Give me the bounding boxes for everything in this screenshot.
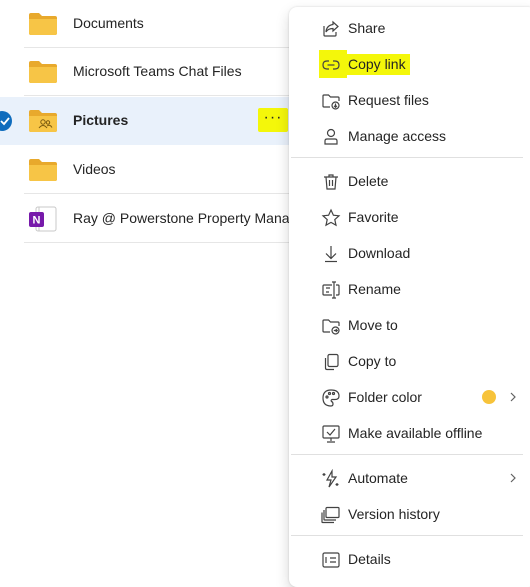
- menu-item-label: Copy link: [344, 54, 410, 75]
- star-icon: [321, 208, 341, 227]
- menu-item-label: Automate: [348, 470, 408, 486]
- person-icon: [324, 128, 338, 145]
- folder-icon: [29, 159, 57, 181]
- version-history-icon: [321, 506, 340, 524]
- menu-item-manage-access[interactable]: Manage access: [293, 119, 525, 153]
- menu-item-label: Share: [348, 20, 386, 36]
- menu-item-details[interactable]: Details: [293, 542, 525, 576]
- menu-item-label: Move to: [348, 317, 398, 333]
- chevron-right-icon: [510, 392, 516, 402]
- offline-icon: [322, 425, 340, 443]
- folder-color-dot: [482, 390, 496, 404]
- menu-item-label: Download: [348, 245, 411, 261]
- shared-folder-icon: [29, 110, 57, 132]
- menu-item-download[interactable]: Download: [293, 236, 525, 270]
- download-icon: [325, 246, 337, 263]
- chevron-right-icon: [510, 473, 516, 483]
- file-name[interactable]: Pictures: [73, 112, 128, 128]
- file-name[interactable]: Ray @ Powerstone Property Manag: [73, 210, 297, 226]
- share-icon: [323, 20, 339, 37]
- menu-separator: [291, 535, 523, 536]
- automate-icon: [322, 469, 339, 488]
- menu-item-rename[interactable]: Rename: [293, 272, 525, 306]
- trash-icon: [324, 174, 338, 190]
- file-name[interactable]: Microsoft Teams Chat Files: [73, 63, 242, 79]
- menu-item-label: Favorite: [348, 209, 399, 225]
- menu-item-copy-link[interactable]: Copy link: [293, 47, 525, 81]
- file-row-pictures[interactable]: Pictures ···: [0, 97, 300, 145]
- menu-item-share[interactable]: Share: [293, 11, 525, 45]
- menu-item-favorite[interactable]: Favorite: [293, 200, 525, 234]
- menu-item-move-to[interactable]: Move to: [293, 308, 525, 342]
- more-options-button[interactable]: ···: [258, 108, 288, 132]
- menu-item-make-available-offline[interactable]: Make available offline: [293, 416, 525, 450]
- folder-request-icon: [322, 94, 340, 110]
- menu-item-label: Make available offline: [348, 425, 483, 441]
- file-row-teams-chat-files[interactable]: Microsoft Teams Chat Files: [0, 48, 300, 96]
- rename-icon: [322, 281, 340, 299]
- menu-item-label: Delete: [348, 173, 389, 189]
- menu-item-automate[interactable]: Automate: [293, 461, 525, 495]
- link-icon: [322, 60, 340, 70]
- row-divider: [24, 242, 300, 243]
- menu-item-version-history[interactable]: Version history: [293, 497, 525, 531]
- menu-separator: [291, 454, 523, 455]
- file-name[interactable]: Documents: [73, 15, 144, 31]
- menu-item-label: Version history: [348, 506, 440, 522]
- selected-check-icon[interactable]: [0, 111, 12, 131]
- menu-item-label: Folder color: [348, 389, 422, 405]
- menu-item-label: Manage access: [348, 128, 447, 144]
- menu-separator: [291, 157, 523, 158]
- row-divider: [24, 95, 300, 96]
- svg-text:N: N: [33, 215, 41, 227]
- folder-icon: [29, 61, 57, 83]
- row-divider: [24, 193, 300, 194]
- menu-item-label: Copy to: [348, 353, 397, 369]
- menu-item-label: Details: [348, 551, 391, 567]
- file-row-onenote[interactable]: N Ray @ Powerstone Property Manag: [0, 195, 300, 243]
- menu-item-delete[interactable]: Delete: [293, 164, 525, 198]
- menu-item-request-files[interactable]: Request files: [293, 83, 525, 117]
- palette-icon: [322, 389, 340, 407]
- file-row-videos[interactable]: Videos: [0, 146, 300, 194]
- onenote-icon: N: [29, 206, 57, 232]
- copy-icon: [324, 353, 339, 371]
- menu-item-label: Request files: [348, 92, 429, 108]
- menu-item-folder-color[interactable]: Folder color: [293, 380, 525, 414]
- file-row-documents[interactable]: Documents: [0, 0, 300, 48]
- details-icon: [322, 552, 340, 568]
- folder-move-icon: [322, 319, 340, 335]
- menu-item-label: Rename: [348, 281, 401, 297]
- folder-icon: [29, 13, 57, 35]
- menu-item-copy-to[interactable]: Copy to: [293, 344, 525, 378]
- file-name[interactable]: Videos: [73, 161, 116, 177]
- context-menu: Share Copy link Request files Manage acc…: [289, 7, 530, 587]
